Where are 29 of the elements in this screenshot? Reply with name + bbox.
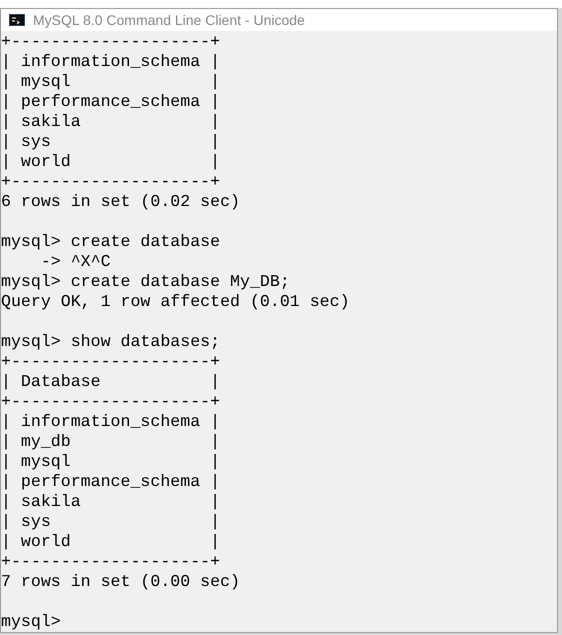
console-line: +--------------------+ (1, 32, 220, 52)
console-line: mysql> show databases; (1, 332, 220, 352)
console-line: | information_schema | (1, 52, 220, 72)
console-line: 7 rows in set (0.00 sec) (1, 572, 240, 592)
window-title: MySQL 8.0 Command Line Client - Unicode (33, 10, 305, 30)
console-line: +--------------------+ (1, 352, 220, 372)
console-line: | sys | (1, 132, 220, 152)
console-app-icon (9, 14, 25, 26)
console-line: Query OK, 1 row affected (0.01 sec) (1, 292, 350, 312)
console-line: | mysql | (1, 72, 220, 92)
console-line: | sakila | (1, 112, 220, 132)
console-line: | sakila | (1, 492, 220, 512)
console-line: | performance_schema | (1, 472, 220, 492)
console-line: | information_schema | (1, 412, 220, 432)
console-line: | my_db | (1, 432, 220, 452)
console-line: +--------------------+ (1, 392, 220, 412)
console-line: | mysql | (1, 452, 220, 472)
console-line: +--------------------+ (1, 552, 220, 572)
console-line: | world | (1, 532, 220, 552)
console-line: mysql> create database (1, 232, 220, 252)
console-line: +--------------------+ (1, 172, 220, 192)
console-line: mysql> create database My_DB; (1, 272, 290, 292)
console-line: | sys | (1, 512, 220, 532)
console-line: | Database | (1, 372, 220, 392)
console-line: 6 rows in set (0.02 sec) (1, 192, 240, 212)
console-line: -> ^X^C (40, 252, 111, 272)
console-line: mysql> (1, 612, 61, 632)
console-line: | performance_schema | (1, 92, 220, 112)
console-line: | world | (1, 152, 220, 172)
